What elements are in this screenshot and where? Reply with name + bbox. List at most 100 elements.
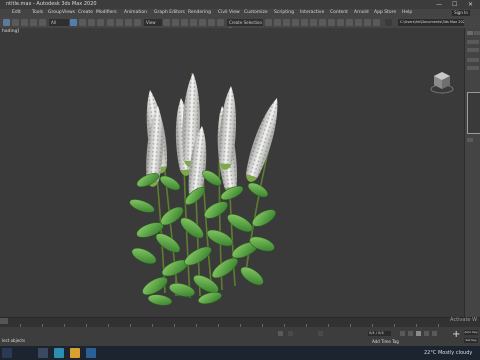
windows-start-icon[interactable] <box>2 348 12 358</box>
select-place-icon[interactable] <box>134 19 141 26</box>
menu-graph-editors[interactable]: Graph Editors <box>154 9 185 17</box>
select-rotate-icon[interactable] <box>116 19 123 26</box>
spinner-snap-icon[interactable] <box>208 19 215 26</box>
menu-create[interactable]: Create <box>78 9 93 17</box>
file-explorer-icon[interactable] <box>70 348 80 358</box>
plant-model[interactable] <box>0 28 464 317</box>
keyboard-shortcut-icon[interactable] <box>172 19 179 26</box>
menu-edit[interactable]: Edit <box>12 9 21 17</box>
command-panel-button[interactable] <box>467 138 473 142</box>
task-view-icon[interactable] <box>38 348 48 358</box>
coord-x-field[interactable] <box>288 331 293 336</box>
toggle-scene-explorer-icon[interactable] <box>283 19 290 26</box>
menu-rendering[interactable]: Rendering <box>188 9 211 17</box>
a360-gallery-icon[interactable] <box>373 19 380 26</box>
minimize-button[interactable]: — <box>436 0 442 9</box>
menu-scripting[interactable]: Scripting <box>274 9 294 17</box>
time-slider-handle[interactable] <box>0 318 8 324</box>
render-setup-icon[interactable] <box>337 19 344 26</box>
key-mode-plus-icon[interactable]: + <box>452 329 460 340</box>
menu-views[interactable]: Views <box>62 9 75 17</box>
rectangular-selection-icon[interactable] <box>88 19 95 26</box>
play-icon[interactable] <box>416 331 421 336</box>
status-prompt: lect objects <box>2 338 26 343</box>
menu-help[interactable]: Help <box>402 9 412 17</box>
command-panel-row[interactable] <box>467 48 479 52</box>
status-bar: Activate W lect objects 0/4 / 0/4 Add Ti… <box>0 317 480 346</box>
snaps-toggle-icon[interactable] <box>181 19 188 26</box>
angle-snap-icon[interactable] <box>190 19 197 26</box>
lock-selection-icon[interactable] <box>278 331 283 336</box>
weather-widget[interactable]: 22°C Mostly cloudy <box>424 350 472 356</box>
menu-bar: Edit Tools Group Views Create Modifiers … <box>0 9 480 17</box>
go-to-start-icon[interactable] <box>400 331 405 336</box>
weather-text: Mostly cloudy <box>437 350 473 356</box>
create-tab-icon[interactable] <box>467 31 473 35</box>
menu-modifiers[interactable]: Modifiers <box>96 9 117 17</box>
schematic-view-icon[interactable] <box>319 19 326 26</box>
select-object-icon[interactable] <box>70 19 77 26</box>
3ds-max-taskbar-icon[interactable] <box>54 348 64 358</box>
menu-tools[interactable]: Tools <box>32 9 43 17</box>
next-frame-icon[interactable] <box>424 331 429 336</box>
modify-tab-icon[interactable] <box>474 31 480 35</box>
bind-space-warp-icon[interactable] <box>39 19 46 26</box>
menu-interactive[interactable]: Interactive <box>300 9 324 17</box>
plant-leaves <box>129 170 276 306</box>
select-by-name-icon[interactable] <box>79 19 86 26</box>
perspective-viewport[interactable]: hading] <box>0 28 464 317</box>
go-to-end-icon[interactable] <box>432 331 437 336</box>
selection-filter-dropdown[interactable]: All <box>49 19 69 26</box>
current-frame-field[interactable]: 0/4 / 0/4 <box>368 331 391 336</box>
project-folder-icon[interactable] <box>385 19 392 26</box>
window-crossing-icon[interactable] <box>97 19 104 26</box>
pivot-center-icon[interactable] <box>163 19 170 26</box>
command-panel-preview <box>467 92 480 134</box>
previous-frame-icon[interactable] <box>408 331 413 336</box>
add-time-tag-button[interactable]: Add Time Tag <box>372 339 399 344</box>
material-editor-icon[interactable] <box>328 19 335 26</box>
close-button[interactable]: ✕ <box>468 0 473 9</box>
render-production-icon[interactable] <box>355 19 362 26</box>
mirror-icon[interactable] <box>265 19 272 26</box>
reference-coordinate-dropdown[interactable]: View <box>144 19 162 26</box>
command-panel <box>464 28 480 317</box>
curve-editor-icon[interactable] <box>310 19 317 26</box>
menu-group[interactable]: Group <box>48 9 62 17</box>
redo-icon[interactable] <box>12 19 19 26</box>
select-scale-icon[interactable] <box>125 19 132 26</box>
link-icon[interactable] <box>21 19 28 26</box>
align-icon[interactable] <box>274 19 281 26</box>
unlink-icon[interactable] <box>30 19 37 26</box>
menu-arnold[interactable]: Arnold <box>354 9 369 17</box>
command-panel-row[interactable] <box>467 58 479 62</box>
maximize-button[interactable]: ☐ <box>452 0 457 9</box>
project-path-field[interactable]: C:\Users\hh\Documents\3ds Max 2020 <box>398 19 464 26</box>
edit-named-selection-icon[interactable] <box>217 19 224 26</box>
menu-app-store[interactable]: App Store <box>374 9 396 17</box>
weather-temp: 22°C <box>424 350 437 356</box>
command-panel-row[interactable] <box>467 66 479 70</box>
menu-animation[interactable]: Animation <box>124 9 147 17</box>
window-title: ntitle.max - Autodesk 3ds Max 2020 <box>6 1 97 7</box>
menu-customize[interactable]: Customize <box>244 9 268 17</box>
toggle-layer-explorer-icon[interactable] <box>292 19 299 26</box>
undo-icon[interactable] <box>3 19 10 26</box>
rendered-frame-window-icon[interactable] <box>346 19 353 26</box>
named-selection-set-dropdown[interactable]: Create Selection Se <box>227 19 263 32</box>
render-in-cloud-icon[interactable] <box>364 19 371 26</box>
percent-snap-icon[interactable] <box>199 19 206 26</box>
coord-y-field[interactable] <box>318 331 323 336</box>
viewcube-icon[interactable] <box>430 68 454 94</box>
set-key-button[interactable]: Set Key <box>464 338 478 343</box>
select-move-icon[interactable] <box>107 19 114 26</box>
auto-key-button[interactable]: Auto Key <box>464 330 478 335</box>
menu-civil-view[interactable]: Civil View <box>218 9 240 17</box>
title-bar: ntitle.max - Autodesk 3ds Max 2020 — ☐ ✕ <box>0 0 480 9</box>
toggle-ribbon-icon[interactable] <box>301 19 308 26</box>
menu-content[interactable]: Content <box>330 9 348 17</box>
windows-taskbar: 22°C Mostly cloudy <box>0 346 480 360</box>
app-taskbar-icon[interactable] <box>86 348 96 358</box>
sign-in-button[interactable]: Sign In <box>452 10 470 16</box>
command-panel-row[interactable] <box>467 40 479 44</box>
